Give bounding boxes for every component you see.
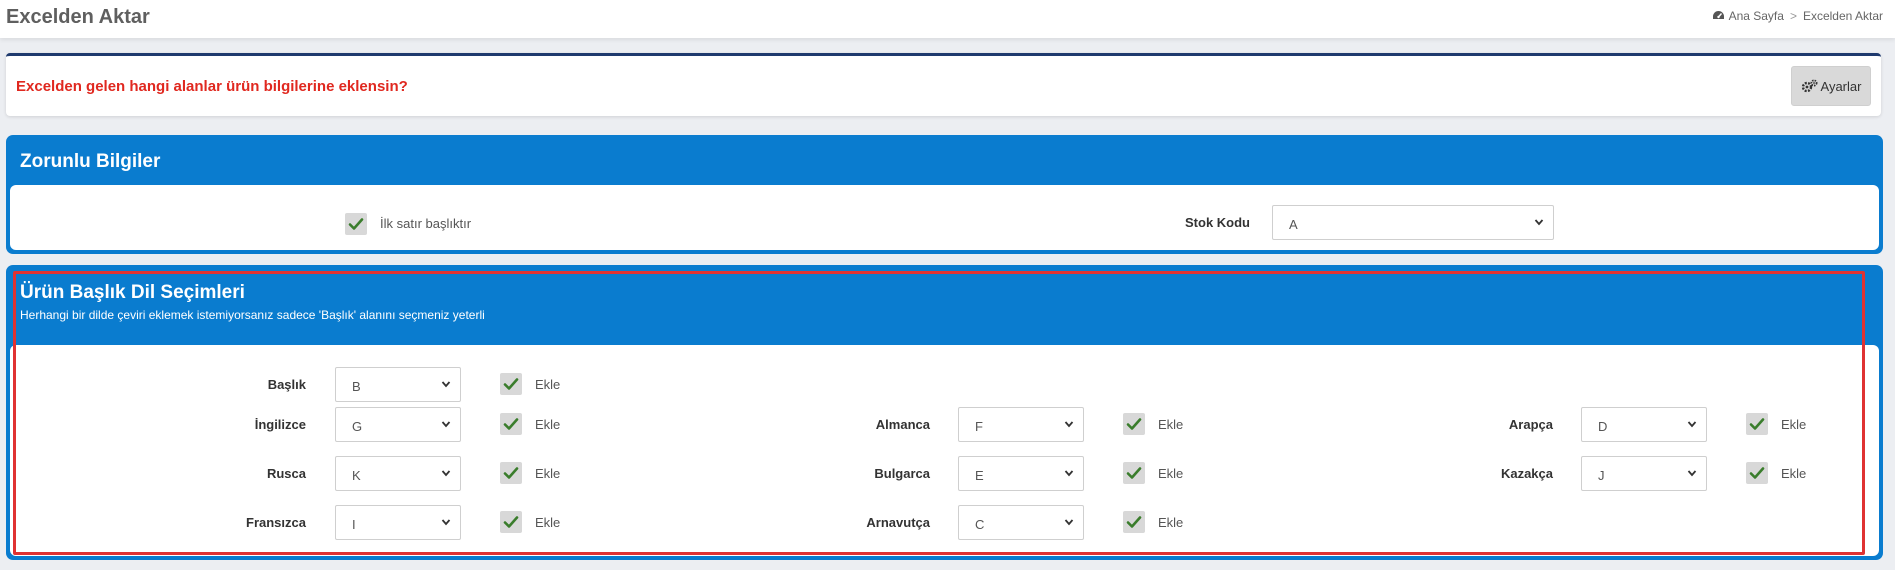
select-fransizca-value: I	[352, 517, 356, 532]
chevron-down-icon	[441, 421, 451, 428]
required-info-body: İlk satır başlıktır Stok Kodu A	[10, 185, 1879, 250]
check-icon	[348, 218, 364, 230]
select-rusca[interactable]: K	[335, 456, 461, 491]
chevron-down-icon	[441, 519, 451, 526]
checkbox-kazakca[interactable]	[1746, 462, 1768, 484]
select-fransizca[interactable]: I	[335, 505, 461, 540]
select-kazakca-value: J	[1598, 468, 1605, 483]
check-icon	[503, 378, 519, 390]
top-bar: Excelden Aktar Ana Sayfa > Excelden Akta…	[0, 0, 1895, 38]
checkbox-ingilizce[interactable]	[500, 413, 522, 435]
check-icon	[503, 467, 519, 479]
stock-code-label: Stok Kodu	[1185, 215, 1250, 230]
checkbox-arapca[interactable]	[1746, 413, 1768, 435]
select-bulgarca[interactable]: E	[958, 456, 1084, 491]
chevron-down-icon	[1687, 421, 1697, 428]
checkbox-rusca[interactable]	[500, 462, 522, 484]
add-label: Ekle	[1158, 417, 1184, 432]
breadcrumb-home-link[interactable]: Ana Sayfa	[1712, 9, 1784, 23]
breadcrumb-current: Excelden Aktar	[1802, 9, 1883, 23]
add-label: Ekle	[1781, 417, 1807, 432]
page-title: Excelden Aktar	[6, 6, 150, 28]
gears-icon	[1801, 79, 1818, 93]
add-label: Ekle	[535, 466, 561, 481]
add-label: Ekle	[535, 515, 561, 530]
chevron-down-icon	[441, 381, 451, 388]
dashboard-icon	[1712, 11, 1724, 19]
field-label-rusca: Rusca	[266, 466, 306, 481]
select-almanca[interactable]: F	[958, 407, 1084, 442]
select-rusca-value: K	[352, 468, 361, 483]
checkbox-baslik[interactable]	[500, 373, 522, 395]
chevron-down-icon	[1064, 470, 1074, 477]
select-kazakca[interactable]: J	[1581, 456, 1707, 491]
select-almanca-value: F	[975, 419, 983, 434]
breadcrumb-home-label: Ana Sayfa	[1728, 9, 1784, 23]
select-ingilizce-value: G	[352, 419, 363, 434]
chevron-down-icon	[1064, 519, 1074, 526]
check-icon	[1126, 516, 1142, 528]
chevron-down-icon	[441, 470, 451, 477]
select-arapca-value: D	[1598, 419, 1608, 434]
field-label-bulgarca: Bulgarca	[874, 466, 930, 481]
question-text: Excelden gelen hangi alanlar ürün bilgil…	[16, 78, 408, 95]
select-baslik-value: B	[352, 379, 361, 394]
select-bulgarca-value: E	[975, 468, 984, 483]
language-selection-panel: Ürün Başlık Dil Seçimleri Herhangi bir d…	[6, 265, 1883, 560]
question-box: Excelden gelen hangi alanlar ürün bilgil…	[6, 53, 1881, 116]
settings-button-label: Ayarlar	[1820, 78, 1862, 94]
checkbox-arnavutca[interactable]	[1123, 511, 1145, 533]
checkbox-bulgarca[interactable]	[1123, 462, 1145, 484]
first-row-header-checkbox[interactable]	[345, 213, 367, 235]
check-icon	[1749, 418, 1765, 430]
language-selection-body: Başlık B Ekle İngilizce G Ekle Almanca F…	[10, 345, 1879, 556]
stock-code-select[interactable]: A	[1272, 205, 1554, 240]
select-arnavutca-value: C	[975, 517, 985, 532]
first-row-header-label: İlk satır başlıktır	[380, 216, 472, 231]
select-ingilizce[interactable]: G	[335, 407, 461, 442]
checkbox-almanca[interactable]	[1123, 413, 1145, 435]
field-label-kazakca: Kazakça	[1500, 466, 1553, 481]
field-label-almanca: Almanca	[875, 417, 930, 432]
checkbox-fransizca[interactable]	[500, 511, 522, 533]
check-icon	[1126, 418, 1142, 430]
language-selection-title: Ürün Başlık Dil Seçimleri	[20, 282, 245, 303]
breadcrumb-separator: >	[1789, 9, 1797, 23]
chevron-down-icon	[1534, 219, 1544, 226]
field-label-arapca: Arapça	[1508, 417, 1553, 432]
add-label: Ekle	[535, 417, 561, 432]
add-label: Ekle	[535, 377, 561, 392]
required-info-panel: Zorunlu Bilgiler İlk satır başlıktır Sto…	[6, 135, 1883, 254]
select-arnavutca[interactable]: C	[958, 505, 1084, 540]
chevron-down-icon	[1687, 470, 1697, 477]
check-icon	[1126, 467, 1142, 479]
required-info-title: Zorunlu Bilgiler	[20, 151, 161, 172]
field-label-ingilizce: İngilizce	[254, 417, 306, 432]
chevron-down-icon	[1064, 421, 1074, 428]
stock-code-value: A	[1289, 217, 1298, 232]
select-baslik[interactable]: B	[335, 367, 461, 402]
add-label: Ekle	[1781, 466, 1807, 481]
language-selection-subtitle: Herhangi bir dilde çeviri eklemek istemi…	[20, 308, 485, 322]
add-label: Ekle	[1158, 466, 1184, 481]
breadcrumb: Ana Sayfa > Excelden Aktar	[1712, 9, 1883, 23]
field-label-baslik: Başlık	[267, 377, 306, 392]
field-label-fransizca: Fransızca	[246, 515, 306, 530]
check-icon	[503, 516, 519, 528]
add-label: Ekle	[1158, 515, 1184, 530]
check-icon	[503, 418, 519, 430]
field-label-arnavutca: Arnavutça	[866, 515, 930, 530]
check-icon	[1749, 467, 1765, 479]
settings-button[interactable]: Ayarlar	[1791, 66, 1871, 106]
select-arapca[interactable]: D	[1581, 407, 1707, 442]
